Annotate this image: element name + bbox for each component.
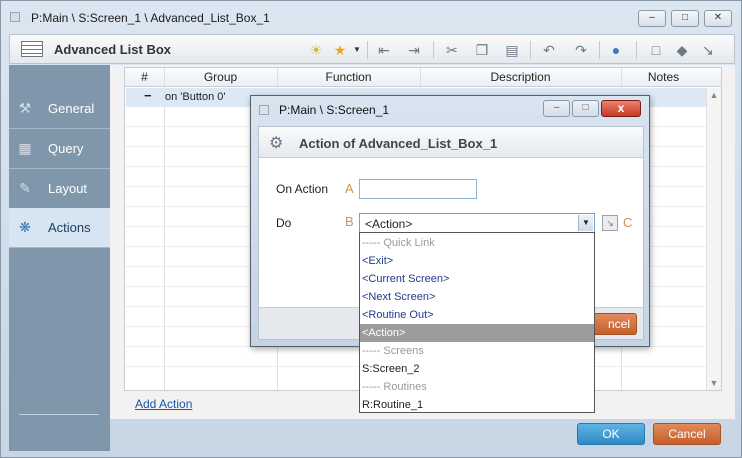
column-header-notes[interactable]: Notes (621, 70, 706, 84)
ok-button[interactable]: OK (577, 423, 645, 445)
do-label: Do (276, 216, 292, 230)
copy-icon[interactable]: ❐ (472, 40, 492, 60)
column-header-function[interactable]: Function (277, 70, 420, 84)
toolbar-separator (599, 41, 600, 59)
toolbar-separator (433, 41, 434, 59)
dropdown-option: ----- Routines (362, 381, 427, 393)
chevron-down-icon[interactable]: ▼ (347, 40, 367, 60)
column-header-number[interactable]: # (125, 70, 164, 84)
indent-icon[interactable]: ⇥ (404, 40, 424, 60)
sidebar: ⚒ General ▦ Query ✎ Layout ❋ Actions (9, 65, 110, 451)
sidebar-item-general[interactable]: ⚒ General (9, 89, 110, 129)
wrench-icon: ⚒ (18, 100, 32, 116)
dropdown-option: ----- Screens (362, 345, 424, 357)
window-title: P:Main \ S:Screen_1 \ Advanced_List_Box_… (31, 11, 270, 25)
title-bar: P:Main \ S:Screen_1 \ Advanced_List_Box_… (1, 1, 741, 33)
sidebar-item-query[interactable]: ▦ Query (9, 129, 110, 169)
scroll-down-icon[interactable]: ▼ (709, 378, 719, 388)
redo-icon[interactable]: ↷ (571, 40, 591, 60)
dropdown-option[interactable]: <Current Screen> (360, 270, 594, 288)
sidebar-item-label: General (48, 101, 95, 116)
row-group-text: on 'Button 0' (165, 91, 226, 103)
sidebar-item-layout[interactable]: ✎ Layout (9, 169, 110, 209)
sidebar-item-label: Layout (48, 181, 88, 196)
expand-icon[interactable]: ↘ (602, 215, 618, 231)
collapse-toggle[interactable]: − (144, 88, 152, 103)
note-icon[interactable]: □ (646, 40, 666, 60)
dialog-window-icon (259, 105, 269, 115)
toolbar-separator (367, 41, 368, 59)
do-select-value: <Action> (365, 217, 413, 231)
maximize-button[interactable]: □ (671, 10, 699, 27)
dropdown-option[interactable]: <Routine Out> (360, 306, 594, 324)
vertical-scrollbar[interactable]: ▲ ▼ (706, 88, 721, 390)
dialog-minimize-button[interactable]: – (543, 100, 570, 117)
dialog-maximize-button[interactable]: □ (572, 100, 599, 117)
diamond-icon[interactable]: ◆ (672, 40, 692, 60)
paste-icon[interactable]: ▤ (502, 40, 522, 60)
sidebar-item-label: Actions (48, 220, 91, 235)
cut-icon[interactable]: ✂ (442, 40, 462, 60)
comment-icon[interactable]: ● (606, 40, 626, 60)
do-select[interactable]: <Action> ▼ (359, 213, 595, 233)
dropdown-option[interactable]: R:Routine_1 (360, 396, 594, 414)
gear-icon: ⚙ (269, 135, 284, 152)
dropdown-option: ----- Quick Link (362, 237, 435, 249)
lightbulb-icon[interactable]: ☀ (306, 40, 326, 60)
dropdown-option[interactable]: <Next Screen> (360, 288, 594, 306)
toolbar-separator (530, 41, 531, 59)
list-box-icon (21, 41, 43, 57)
expand-icon[interactable]: ↘ (698, 40, 718, 60)
sidebar-item-actions[interactable]: ❋ Actions (9, 208, 110, 248)
add-action-link[interactable]: Add Action (135, 397, 192, 411)
column-header-description[interactable]: Description (420, 70, 621, 84)
dropdown-option[interactable]: S:Screen_2 (360, 360, 594, 378)
column-divider (164, 68, 165, 390)
outdent-icon[interactable]: ⇤ (374, 40, 394, 60)
scroll-up-icon[interactable]: ▲ (709, 90, 719, 100)
close-button[interactable]: ✕ (704, 10, 732, 27)
callout-a: A (345, 181, 354, 196)
dialog-cancel-label: ncel (607, 317, 630, 331)
query-icon: ▦ (18, 140, 32, 156)
callout-b: B (345, 214, 354, 229)
on-action-label: On Action (276, 182, 329, 196)
cancel-button[interactable]: Cancel (653, 423, 721, 445)
dialog-header: ⚙ Action of Advanced_List_Box_1 (259, 127, 643, 158)
do-dropdown-list: ----- Quick Link <Exit> <Current Screen>… (359, 232, 595, 413)
minimize-button[interactable]: – (638, 10, 666, 27)
grid-header: # Group Function Description Notes (125, 68, 721, 87)
layout-icon: ✎ (19, 180, 31, 196)
dialog-header-title: Action of Advanced_List_Box_1 (299, 136, 498, 151)
toolbar: Advanced List Box ☀ ★ ▼ ⇤ ⇥ ✂ ❐ ▤ ↶ ↷ ● … (9, 34, 735, 64)
sidebar-item-label: Query (48, 141, 84, 156)
toolbar-title: Advanced List Box (54, 42, 172, 57)
toolbar-separator (636, 41, 637, 59)
undo-icon[interactable]: ↶ (539, 40, 559, 60)
chevron-down-icon[interactable]: ▼ (578, 215, 593, 231)
dropdown-option[interactable]: <Exit> (360, 252, 594, 270)
on-action-input[interactable] (359, 179, 477, 199)
window-icon (10, 12, 20, 22)
dialog-title: P:Main \ S:Screen_1 (279, 103, 390, 117)
dialog-close-button[interactable]: x (601, 100, 641, 117)
sidebar-divider (19, 414, 99, 415)
actions-icon: ❋ (19, 219, 31, 235)
callout-c: C (623, 215, 633, 230)
dropdown-option-selected[interactable]: <Action> (360, 324, 594, 342)
column-header-group[interactable]: Group (164, 70, 277, 84)
